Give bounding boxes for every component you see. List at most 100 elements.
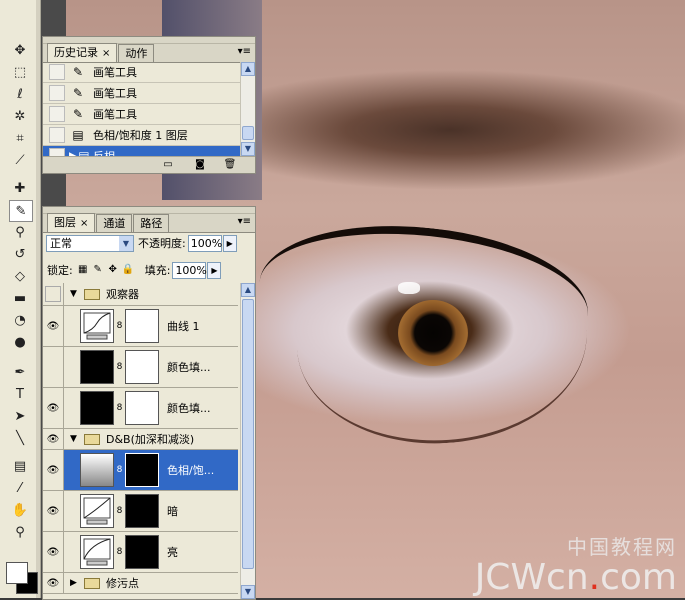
link-icon[interactable]: 8 bbox=[115, 362, 124, 372]
layers-scrollbar[interactable]: ▲ ▼ bbox=[240, 283, 255, 599]
panel-menu-icon[interactable]: ▾≡ bbox=[238, 46, 251, 57]
fill-input[interactable]: 100% bbox=[172, 261, 207, 279]
magic-wand-tool-icon[interactable]: ✲ bbox=[9, 106, 31, 126]
close-icon[interactable]: × bbox=[80, 218, 88, 229]
tab-paths[interactable]: 路径 bbox=[133, 214, 170, 232]
lock-image-icon[interactable]: ✎ bbox=[92, 264, 104, 276]
move-tool-icon[interactable]: ✥ bbox=[9, 40, 31, 60]
eyedropper-tool-icon[interactable]: ⁄ bbox=[9, 478, 31, 498]
healing-brush-tool-icon[interactable]: ✚ bbox=[9, 178, 31, 198]
lock-position-icon[interactable]: ✥ bbox=[107, 264, 119, 276]
line-tool-icon[interactable]: ╲ bbox=[9, 428, 31, 448]
collapse-triangle-icon[interactable]: ▶ bbox=[70, 578, 80, 588]
folder-icon bbox=[84, 288, 100, 300]
gradient-tool-icon[interactable]: ▬ bbox=[9, 288, 31, 308]
layer-row[interactable]: 👁 8 暗 bbox=[43, 491, 238, 532]
history-item[interactable]: ▤ 色相/饱和度 1 图层 bbox=[43, 125, 241, 146]
tab-actions[interactable]: 动作 bbox=[118, 44, 155, 62]
layer-name: D&B(加深和减淡) bbox=[106, 433, 195, 446]
eraser-tool-icon[interactable]: ◇ bbox=[9, 266, 31, 286]
history-item[interactable]: ✎ 画笔工具 bbox=[43, 62, 241, 83]
opacity-slider-arrow-icon[interactable]: ▶ bbox=[222, 234, 237, 252]
fill-value: 100% bbox=[175, 263, 207, 277]
notes-tool-icon[interactable]: ▤ bbox=[9, 456, 31, 476]
history-source-checkbox[interactable] bbox=[49, 64, 65, 80]
history-source-checkbox[interactable] bbox=[49, 106, 65, 122]
history-item[interactable]: ✎ 画笔工具 bbox=[43, 104, 241, 125]
pen-tool-icon[interactable]: ✒ bbox=[9, 362, 31, 382]
scroll-down-icon[interactable]: ▼ bbox=[241, 585, 255, 599]
eye-icon[interactable]: 👁 bbox=[43, 450, 64, 490]
history-scrollbar[interactable]: ▲ ▼ bbox=[240, 62, 255, 156]
layer-row[interactable]: 8 颜色填... bbox=[43, 347, 238, 388]
layer-row-selected[interactable]: 👁 8 色相/饱... bbox=[43, 450, 238, 491]
new-document-icon[interactable]: ▭ bbox=[161, 159, 175, 170]
path-selection-tool-icon[interactable]: ➤ bbox=[9, 406, 31, 426]
snapshot-icon[interactable]: ◙ bbox=[193, 159, 207, 170]
history-item[interactable]: ✎ 画笔工具 bbox=[43, 83, 241, 104]
curves-adjustment-thumbnail bbox=[80, 309, 114, 343]
link-icon[interactable]: 8 bbox=[115, 506, 124, 516]
blend-mode-select[interactable]: 正常 ▼ bbox=[46, 234, 134, 252]
marquee-tool-icon[interactable]: ⬚ bbox=[9, 62, 31, 82]
tab-layers[interactable]: 图层 × bbox=[47, 213, 96, 232]
eye-icon[interactable]: 👁 bbox=[43, 388, 64, 428]
zoom-tool-icon[interactable]: ⚲ bbox=[9, 522, 31, 542]
layer-row[interactable]: 👁 8 曲线 1 bbox=[43, 306, 238, 347]
layer-row[interactable]: 👁 8 亮 bbox=[43, 532, 238, 573]
mask-thumbnail bbox=[125, 350, 159, 384]
layer-row[interactable]: 👁 8 颜色填... bbox=[43, 388, 238, 429]
opacity-input[interactable]: 100% bbox=[187, 234, 222, 252]
hand-tool-icon[interactable]: ✋ bbox=[9, 500, 31, 520]
trash-icon[interactable]: 🗑 bbox=[223, 159, 237, 170]
foreground-color-swatch[interactable] bbox=[6, 562, 28, 584]
history-brush-tool-icon[interactable]: ↺ bbox=[9, 244, 31, 264]
lock-all-icon[interactable]: 🔒 bbox=[122, 264, 134, 276]
eye-icon[interactable]: 👁 bbox=[43, 491, 64, 531]
blend-mode-value: 正常 bbox=[50, 237, 72, 250]
eye-icon[interactable]: 👁 bbox=[43, 573, 64, 593]
tab-history[interactable]: 历史记录 × bbox=[47, 43, 118, 62]
slice-tool-icon[interactable]: ⟋ bbox=[9, 150, 31, 170]
eye-icon[interactable]: 👁 bbox=[43, 306, 64, 346]
link-icon[interactable]: 8 bbox=[115, 403, 124, 413]
tab-channels[interactable]: 通道 bbox=[96, 214, 133, 232]
lock-transparent-icon[interactable]: ▦ bbox=[77, 264, 89, 276]
visibility-toggle[interactable] bbox=[43, 283, 64, 305]
link-icon[interactable]: 8 bbox=[115, 465, 124, 475]
brush-tool-icon[interactable]: ✎ bbox=[9, 200, 33, 222]
layer-group-row[interactable]: 👁 ▼ D&B(加深和减淡) bbox=[43, 429, 238, 450]
watermark-en-prefix: JCWcn bbox=[474, 557, 589, 598]
eye-icon[interactable]: 👁 bbox=[43, 532, 64, 572]
crop-tool-icon[interactable]: ⌗ bbox=[9, 128, 31, 148]
toolbar-grip[interactable] bbox=[36, 0, 40, 598]
expand-triangle-icon[interactable]: ▼ bbox=[70, 289, 80, 299]
type-tool-icon[interactable]: T bbox=[9, 384, 31, 404]
scroll-down-icon[interactable]: ▼ bbox=[241, 142, 255, 156]
brush-icon: ✎ bbox=[72, 86, 84, 100]
scroll-up-icon[interactable]: ▲ bbox=[241, 62, 255, 76]
history-source-checkbox[interactable] bbox=[49, 85, 65, 101]
panel-menu-icon[interactable]: ▾≡ bbox=[238, 216, 251, 227]
eye-icon[interactable]: 👁 bbox=[43, 429, 64, 449]
history-source-checkbox[interactable] bbox=[49, 127, 65, 143]
expand-triangle-icon[interactable]: ▼ bbox=[70, 434, 80, 444]
link-icon[interactable]: 8 bbox=[115, 547, 124, 557]
scroll-thumb[interactable] bbox=[242, 299, 254, 569]
layer-group-row[interactable]: ▼ 观察器 bbox=[43, 283, 238, 306]
hidden-eye-box[interactable] bbox=[45, 286, 61, 302]
lasso-tool-icon[interactable]: ℓ bbox=[9, 84, 31, 104]
visibility-toggle[interactable] bbox=[43, 347, 64, 387]
chevron-down-icon[interactable]: ▼ bbox=[119, 235, 133, 251]
scroll-thumb[interactable] bbox=[242, 126, 254, 140]
blur-tool-icon[interactable]: ◔ bbox=[9, 310, 31, 330]
fill-slider-arrow-icon[interactable]: ▶ bbox=[207, 261, 222, 279]
scroll-up-icon[interactable]: ▲ bbox=[241, 283, 255, 297]
clone-stamp-tool-icon[interactable]: ⚲ bbox=[9, 222, 31, 242]
link-icon[interactable]: 8 bbox=[115, 321, 124, 331]
brush-icon: ✎ bbox=[72, 107, 84, 121]
brush-icon: ✎ bbox=[72, 65, 84, 79]
dodge-tool-icon[interactable]: ● bbox=[9, 332, 31, 352]
layer-group-row[interactable]: 👁 ▶ 修污点 bbox=[43, 573, 238, 594]
close-icon[interactable]: × bbox=[102, 48, 110, 59]
